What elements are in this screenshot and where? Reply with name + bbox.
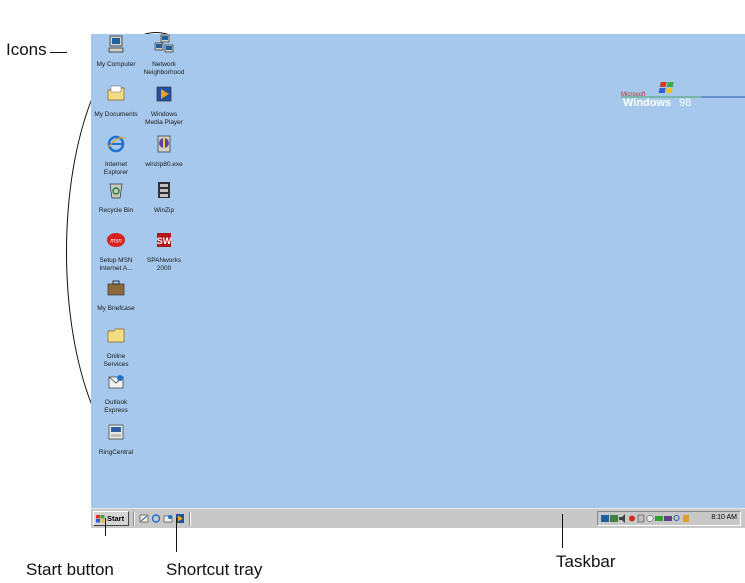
msn-icon: msn (107, 233, 125, 247)
tray-search-icon[interactable] (673, 514, 681, 523)
windows-flag-icon (96, 515, 105, 523)
tray-network-icon[interactable] (601, 514, 609, 523)
taskbar-callout: Taskbar (556, 552, 616, 571)
internet-explorer-icon (107, 135, 126, 153)
desktop-icon-winzip80-exe[interactable]: winzip80.exe (136, 134, 192, 169)
icons-callout: Icons (6, 40, 47, 59)
windows98-logo: Microsoft Windows 98 (621, 82, 745, 109)
desktop-icon-spanworks-2000[interactable]: SW SPANworks 2000 (136, 230, 192, 272)
quicklaunch-ie-icon[interactable] (151, 513, 161, 524)
desktop-icon-label: Online Services (103, 353, 129, 368)
svg-text:msn: msn (110, 239, 122, 245)
quicklaunch-desktop-icon[interactable] (139, 513, 149, 524)
tray-modem-icon[interactable] (655, 514, 663, 523)
recycle-bin-icon (109, 183, 123, 199)
briefcase-icon (107, 280, 125, 296)
desktop-icon-label: winzip80.exe (145, 161, 183, 168)
taskbar-separator (133, 512, 135, 526)
tray-volume-icon[interactable] (619, 514, 627, 523)
logo-windows-text: Windows (623, 97, 671, 109)
svg-text:SW: SW (157, 236, 172, 246)
desktop-icon-label: Windows Media Player (145, 111, 183, 126)
taskbar-leader (562, 514, 563, 548)
icons-leader (50, 52, 67, 53)
media-player-icon (156, 86, 172, 102)
desktop-icon-my-briefcase[interactable]: My Briefcase (88, 278, 144, 313)
tray-utility-icon[interactable] (664, 514, 672, 523)
start-button-callout: Start button (26, 560, 114, 579)
start-button-label: Start (107, 514, 125, 523)
quicklaunch-outlook-icon[interactable] (163, 513, 173, 524)
taskbar[interactable]: Start 8:10 AM (91, 508, 745, 528)
logo-version-text: 98 (679, 97, 691, 109)
shortcut-tray-leader (176, 518, 177, 552)
winzip-setup-icon (157, 135, 171, 153)
ringcentral-icon (108, 424, 124, 440)
desktop-icon-label: My Briefcase (97, 305, 135, 312)
desktop-icon-online-services[interactable]: Online Services (88, 326, 144, 368)
outlook-express-icon (108, 375, 124, 389)
shortcut-tray-callout: Shortcut tray (166, 560, 263, 579)
desktop-icon-outlook-express[interactable]: Outlook Express (88, 372, 144, 414)
desktop-icon-label: WinZip (153, 207, 175, 214)
system-tray: 8:10 AM (597, 511, 741, 526)
desktop-icon-windows-media-player[interactable]: Windows Media Player (136, 84, 192, 126)
folder-icon (107, 328, 125, 343)
tray-pcmcia-icon[interactable] (637, 514, 645, 523)
tray-power-icon[interactable] (628, 514, 636, 523)
desktop-icon-label: SPANworks 2000 (146, 257, 182, 272)
desktop-icon-ringcentral[interactable]: RingCentral (88, 422, 144, 457)
start-button-leader (105, 518, 106, 536)
desktop-icon-label: RingCentral (98, 449, 134, 456)
tray-scheduler-icon[interactable] (646, 514, 654, 523)
start-button[interactable]: Start (93, 511, 129, 526)
desktop-icon-label: Outlook Express (104, 399, 128, 414)
winzip-icon (158, 182, 170, 198)
tray-app-icon[interactable] (682, 514, 690, 523)
network-icon (154, 34, 174, 53)
desktop-icon-winzip[interactable]: WinZip (136, 180, 192, 215)
spanworks-icon: SW (157, 233, 172, 247)
desktop-icon-label: Network Neighborhood (143, 61, 185, 76)
computer-icon (108, 35, 124, 53)
taskbar-separator (189, 512, 191, 526)
taskbar-clock[interactable]: 8:10 AM (711, 514, 737, 521)
tray-display-icon[interactable] (610, 514, 618, 523)
desktop-icon-network-neighborhood[interactable]: Network Neighborhood (136, 34, 192, 76)
folder-icon (107, 85, 125, 101)
